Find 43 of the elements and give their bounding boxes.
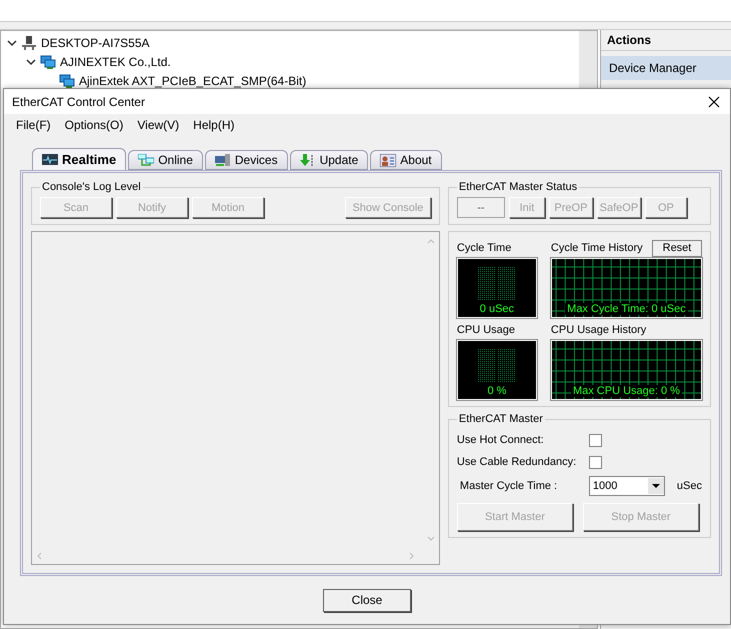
- close-button[interactable]: Close: [323, 588, 411, 612]
- cycle-time-label: Master Cycle Time :: [458, 480, 558, 492]
- monitor-reading: 0 %: [485, 385, 508, 397]
- tab[interactable]: Devices: [204, 150, 288, 170]
- tab[interactable]: Realtime: [32, 148, 126, 170]
- monitor-icon: [42, 153, 58, 166]
- menu-item[interactable]: Options(O): [64, 118, 124, 132]
- unit-label: uSec: [676, 480, 702, 492]
- status-field: --: [456, 197, 505, 218]
- group-title: EtherCAT Master Status: [458, 181, 578, 193]
- monitor-label: Cycle Time: [456, 242, 512, 254]
- reset-button[interactable]: Reset: [652, 240, 702, 256]
- tab[interactable]: About: [370, 150, 442, 170]
- monitor-reading: 0 uSec: [478, 303, 516, 315]
- group-title: Console's Log Level: [41, 181, 142, 193]
- id-card-icon: [380, 154, 396, 166]
- monitor-reading: Max CPU Usage: 0 %: [570, 385, 682, 397]
- monitor-reading: Max Cycle Time: 0 uSec: [565, 303, 688, 315]
- monitor-label: CPU Usage: [456, 324, 515, 336]
- tab[interactable]: Online: [128, 150, 203, 170]
- menu-item[interactable]: File(F): [16, 118, 51, 132]
- option-label: Use Cable Redundancy:: [456, 456, 578, 468]
- window-title: EtherCAT Control Center: [12, 94, 145, 108]
- tab[interactable]: Update: [290, 150, 368, 170]
- tree-item[interactable]: AjinExtek AXT_PCIeB_ECAT_SMP(64-Bit): [79, 74, 306, 88]
- menu-item[interactable]: View(V): [137, 118, 180, 132]
- close-icon[interactable]: [708, 96, 720, 108]
- monitor-label: Cycle Time History: [550, 242, 643, 254]
- computer-icon: [214, 154, 231, 166]
- computer-icon: [21, 34, 37, 50]
- option-label: Use Hot Connect:: [456, 434, 545, 446]
- group-title: EtherCAT Master: [458, 413, 544, 425]
- network-icon: [138, 154, 154, 166]
- network-icon: [40, 54, 56, 70]
- checkbox[interactable]: [588, 456, 602, 468]
- action-item[interactable]: Device Manager: [601, 56, 731, 80]
- network-icon: [59, 72, 75, 88]
- checkbox[interactable]: [588, 434, 602, 446]
- tree-item[interactable]: AJINEXTEK Co.,Ltd.: [60, 54, 171, 68]
- cycle-time-dropdown[interactable]: 1000: [588, 476, 665, 496]
- monitor-label: CPU Usage History: [550, 324, 646, 336]
- menu-item[interactable]: Help(H): [193, 118, 234, 132]
- tree-item[interactable]: DESKTOP-AI7S55A: [41, 36, 150, 50]
